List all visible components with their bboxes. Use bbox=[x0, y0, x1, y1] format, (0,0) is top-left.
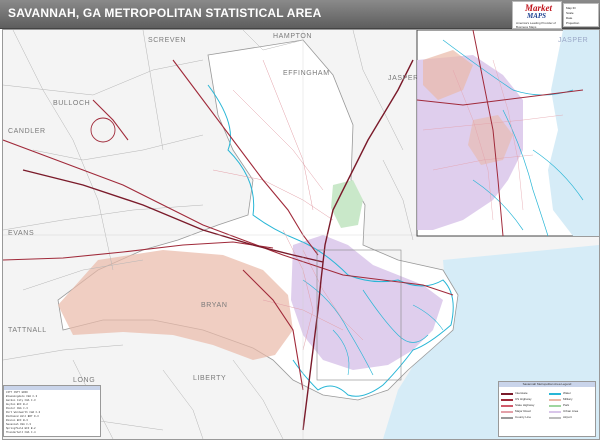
legend-item: Military bbox=[547, 397, 593, 402]
city-index-table: CITY CNTY GRID Bloomingdale CHA C-3 Gard… bbox=[3, 385, 101, 437]
county-label: JASPER bbox=[388, 75, 419, 82]
legend-item: State Highway bbox=[499, 403, 545, 408]
index-header-bar bbox=[4, 386, 100, 390]
publisher-info-line: Projection bbox=[566, 21, 580, 25]
legend-title: Savannah Metropolitan Area Legend bbox=[499, 382, 595, 387]
legend-label: Major Road bbox=[515, 409, 531, 413]
county-label: LIBERTY bbox=[193, 375, 226, 382]
legend-label: Airport bbox=[563, 415, 572, 419]
map-frame[interactable]: SCREVEN HAMPTON EFFINGHAM JASPER BULLOCH… bbox=[2, 29, 600, 440]
index-row: CITY CNTY GRID bbox=[6, 391, 28, 394]
legend-column-left: Interstate US Highway State Highway Major R… bbox=[499, 391, 545, 421]
title-bar: SAVANNAH, GA METROPOLITAN STATISTICAL AR… bbox=[0, 0, 600, 29]
legend-swatch bbox=[549, 411, 561, 413]
logo-tagline: America's Leading Provider of Business M… bbox=[516, 21, 556, 29]
index-row: Port Wentworth CHA C-3 bbox=[6, 411, 41, 414]
inset-county-label: JASPER bbox=[558, 37, 588, 44]
legend-item: County Line bbox=[499, 415, 545, 420]
legend-swatch bbox=[549, 393, 561, 395]
index-row: Bloomingdale CHA C-3 bbox=[6, 395, 38, 398]
county-label: HAMPTON bbox=[273, 33, 312, 40]
map-title: SAVANNAH, GA METROPOLITAN STATISTICAL AR… bbox=[8, 6, 322, 20]
legend-swatch bbox=[549, 405, 561, 407]
legend-item: Park bbox=[547, 403, 593, 408]
map-legend: Savannah Metropolitan Area Legend Inters… bbox=[498, 381, 596, 437]
county-label: BRYAN bbox=[201, 302, 227, 309]
index-row: Pooler CHA C-3 bbox=[6, 407, 28, 410]
county-label: EVANS bbox=[8, 230, 34, 237]
legend-swatch bbox=[501, 399, 513, 401]
publisher-info-line: Scale bbox=[566, 11, 574, 15]
index-row: Richmond Hill BRY D-3 bbox=[6, 415, 39, 418]
legend-column-right: Water Military Park Urban Area Airport bbox=[547, 391, 593, 421]
legend-swatch bbox=[501, 405, 513, 407]
legend-item: Major Road bbox=[499, 409, 545, 414]
publisher-info-line: Map ID bbox=[566, 6, 576, 10]
main-map[interactable]: SCREVEN HAMPTON EFFINGHAM JASPER BULLOCH… bbox=[3, 30, 599, 439]
index-row: Rincon EFF B-3 bbox=[6, 419, 28, 422]
county-label: LONG bbox=[73, 377, 95, 384]
legend-label: State Highway bbox=[515, 403, 535, 407]
legend-label: US Highway bbox=[515, 397, 532, 401]
legend-item: Water bbox=[547, 391, 593, 396]
legend-label: Interstate bbox=[515, 391, 528, 395]
legend-swatch bbox=[501, 411, 513, 413]
legend-label: Military bbox=[563, 397, 573, 401]
market-maps-logo: Market MAPS America's Leading Provider o… bbox=[512, 1, 562, 29]
county-label: BULLOCH bbox=[53, 100, 90, 107]
legend-swatch bbox=[549, 399, 561, 401]
logo-brand-line2: MAPS bbox=[527, 12, 547, 20]
index-row: Savannah CHA C-3 bbox=[6, 423, 31, 426]
index-row: Thunderbolt CHA C-4 bbox=[6, 431, 36, 434]
legend-label: County Line bbox=[515, 415, 532, 419]
legend-swatch bbox=[549, 417, 561, 419]
index-row: Guyton EFF B-2 bbox=[6, 403, 28, 406]
legend-label: Water bbox=[563, 391, 571, 395]
county-label: EFFINGHAM bbox=[283, 70, 330, 77]
legend-item: US Highway bbox=[499, 397, 545, 402]
legend-item: Airport bbox=[547, 415, 593, 420]
index-row: Springfield EFF B-2 bbox=[6, 427, 36, 430]
inset-map[interactable]: JASPER bbox=[416, 30, 599, 237]
publisher-info-line: Date bbox=[566, 16, 573, 20]
county-label: SCREVEN bbox=[148, 37, 186, 44]
legend-label: Park bbox=[563, 403, 570, 407]
legend-swatch bbox=[501, 417, 513, 419]
county-label: CANDLER bbox=[8, 128, 46, 135]
index-row: Garden City CHA C-3 bbox=[6, 399, 36, 402]
legend-item: Interstate bbox=[499, 391, 545, 396]
legend-item: Urban Area bbox=[547, 409, 593, 414]
county-label: TATTNALL bbox=[8, 327, 47, 334]
legend-label: Urban Area bbox=[563, 409, 579, 413]
legend-swatch bbox=[501, 393, 513, 395]
publisher-info-box: Map ID Scale Date Projection bbox=[563, 3, 599, 27]
